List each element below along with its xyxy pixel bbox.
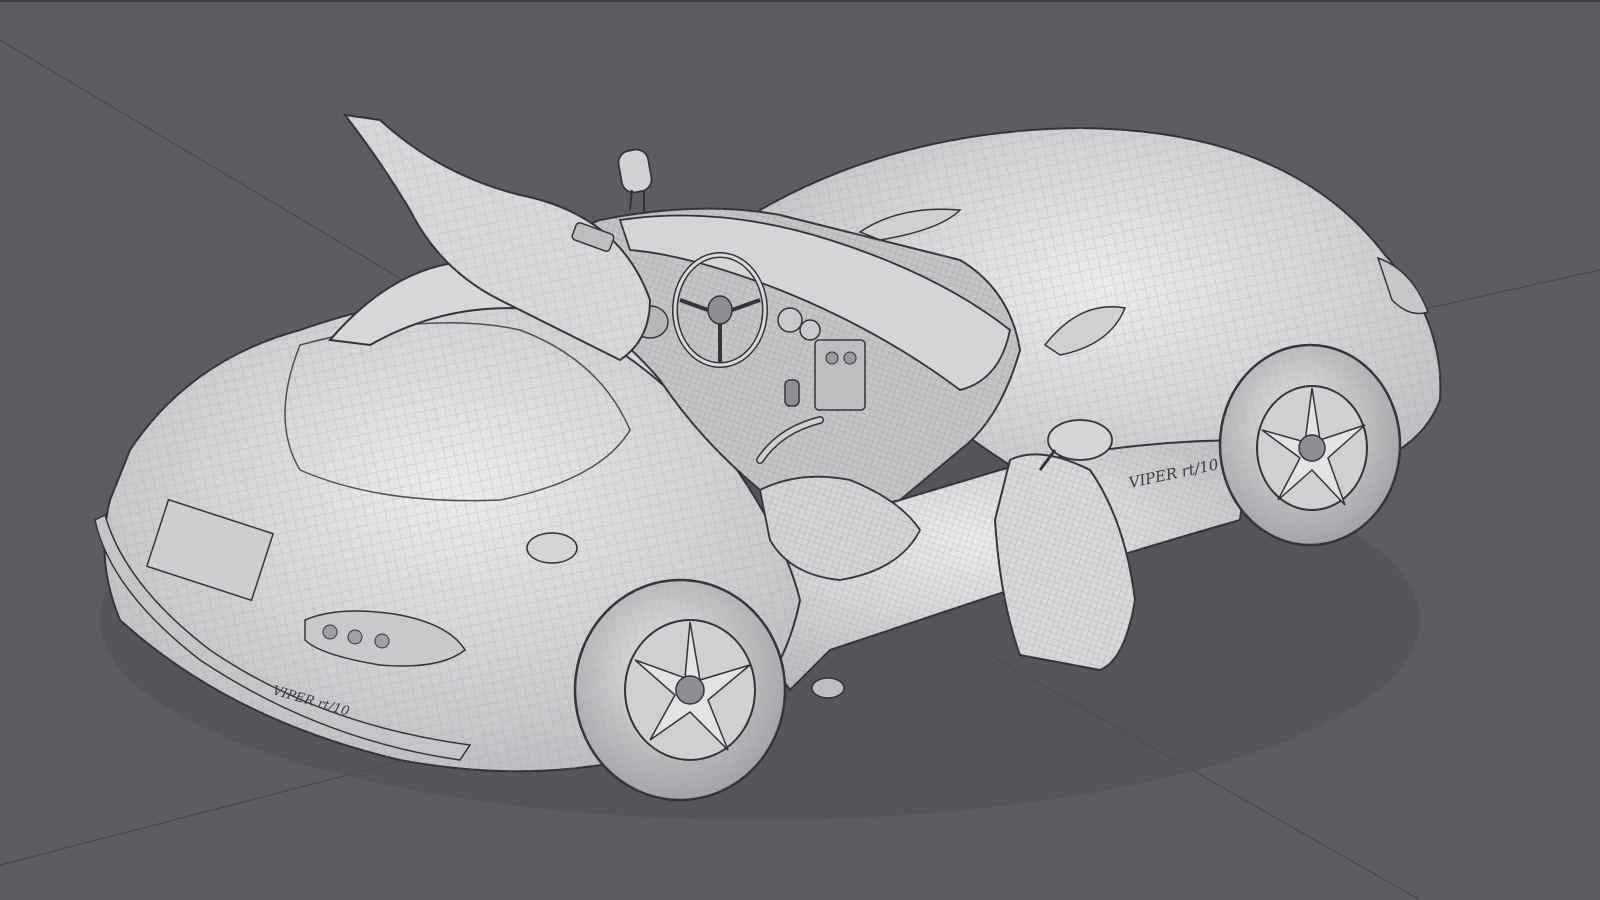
tail-lamp-1 <box>322 624 338 640</box>
front-wheel[interactable] <box>1218 343 1402 547</box>
rear-wheel-hub <box>675 675 705 705</box>
front-wheel-hub <box>1298 434 1326 462</box>
car-scene: VIPER rt/10 VIPER rt/10 <box>0 0 1600 900</box>
gauge-2 <box>799 319 821 341</box>
tail-lamp-2 <box>347 629 363 645</box>
fuel-cap <box>526 532 578 564</box>
center-console <box>814 339 866 411</box>
tail-lamp-3 <box>374 633 390 649</box>
console-dial-2 <box>843 351 857 365</box>
gear-shifter <box>784 379 800 407</box>
gauge-1 <box>777 307 803 333</box>
console-dial-1 <box>825 351 839 365</box>
side-exhaust <box>811 677 845 699</box>
render-viewport[interactable]: VIPER rt/10 VIPER rt/10 <box>0 0 1600 900</box>
rear-wheel[interactable] <box>573 578 787 802</box>
headrest <box>617 148 653 194</box>
